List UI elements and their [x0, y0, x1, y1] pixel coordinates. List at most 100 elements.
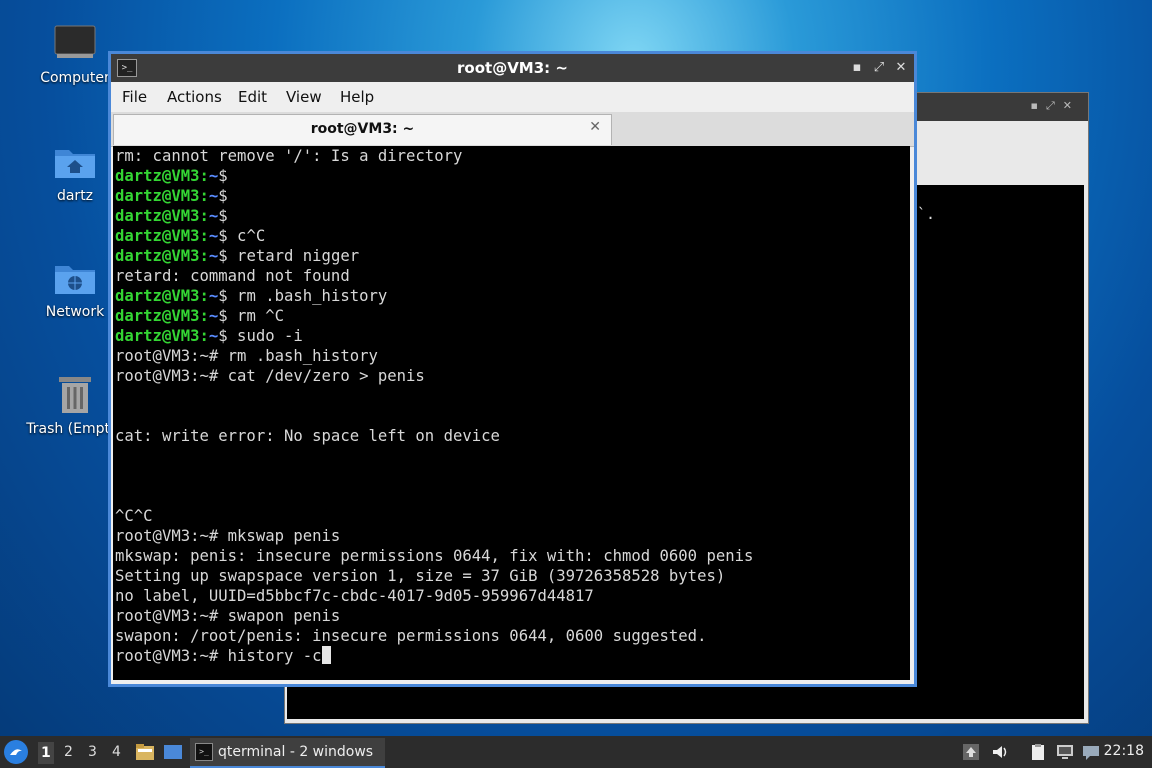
- command-text: $ rm .bash_history: [218, 287, 388, 305]
- terminal-line: dartz@VM3:~$ c^C: [115, 226, 265, 246]
- terminal-line: root@VM3:~# swapon penis: [115, 606, 340, 626]
- prompt-colon: :: [199, 167, 209, 185]
- clock: 22:18: [1103, 743, 1144, 759]
- terminal-line: ^C^C: [115, 506, 153, 526]
- terminal-line: dartz@VM3:~$ rm ^C: [115, 306, 284, 326]
- volume-icon[interactable]: [991, 743, 1009, 761]
- prompt-user: dartz@VM3: [115, 327, 200, 345]
- output-text: cat: write error: No space left on devic…: [115, 427, 500, 445]
- menu-file[interactable]: File: [122, 88, 147, 106]
- tab-close-icon[interactable]: ✕: [589, 119, 601, 135]
- workspace-1[interactable]: 1: [38, 742, 54, 764]
- terminal-line: root@VM3:~# mkswap penis: [115, 526, 340, 546]
- prompt-colon: :: [199, 207, 209, 225]
- prompt-path: ~: [208, 227, 219, 245]
- background-window-buttons[interactable]: ▪⤢✕: [1031, 99, 1080, 113]
- prompt-user: dartz@VM3: [115, 307, 200, 325]
- terminal-line: cat: write error: No space left on devic…: [115, 426, 500, 446]
- prompt-colon: :: [199, 247, 209, 265]
- home-folder-icon: [53, 140, 97, 184]
- show-desktop-icon[interactable]: [163, 742, 183, 762]
- prompt-colon: :: [199, 287, 209, 305]
- output-text: root@VM3:~# cat /dev/zero > penis: [115, 367, 425, 385]
- terminal-task-icon: >_: [195, 743, 213, 761]
- output-text: root@VM3:~# rm .bash_history: [115, 347, 378, 365]
- network-folder-icon: [53, 256, 97, 300]
- prompt-path: ~: [208, 187, 219, 205]
- terminal-line: root@VM3:~# rm .bash_history: [115, 346, 378, 366]
- output-text: ^C^C: [115, 507, 153, 525]
- prompt-colon: :: [199, 307, 209, 325]
- prompt-path: ~: [208, 307, 219, 325]
- task-label: qterminal - 2 windows: [218, 744, 374, 760]
- background-terminal-text: `.: [917, 205, 936, 223]
- output-text: no label, UUID=d5bbcf7c-cbdc-4017-9d05-9…: [115, 587, 594, 605]
- menu-bar: File Actions Edit View Help: [111, 82, 914, 112]
- output-text: mkswap: penis: insecure permissions 0644…: [115, 547, 754, 565]
- workspace-2[interactable]: 2: [64, 744, 73, 760]
- terminal-line: dartz@VM3:~$ rm .bash_history: [115, 286, 387, 306]
- prompt-user: dartz@VM3: [115, 247, 200, 265]
- taskbar-qterminal-button[interactable]: >_ qterminal - 2 windows: [190, 738, 385, 768]
- output-text: root@VM3:~# history -c: [115, 647, 322, 665]
- command-text: $ c^C: [218, 227, 266, 245]
- menu-help[interactable]: Help: [340, 88, 374, 106]
- trash-icon: [53, 373, 97, 417]
- terminal-output[interactable]: rm: cannot remove '/': Is a directory dar…: [113, 146, 910, 680]
- terminal-line: mkswap: penis: insecure permissions 0644…: [115, 546, 753, 566]
- prompt-user: dartz@VM3: [115, 287, 200, 305]
- terminal-line: dartz@VM3:~$: [115, 166, 228, 186]
- menu-edit[interactable]: Edit: [238, 88, 267, 106]
- tab-bar: root@VM3: ~ ✕: [111, 112, 914, 147]
- output-text: rm: cannot remove '/': Is a directory: [115, 147, 463, 165]
- output-text: root@VM3:~# mkswap penis: [115, 527, 341, 545]
- output-text: swapon: /root/penis: insecure permission…: [115, 627, 707, 645]
- prompt-colon: :: [199, 187, 209, 205]
- prompt-user: dartz@VM3: [115, 167, 200, 185]
- terminal-line: dartz@VM3:~$ retard nigger: [115, 246, 359, 266]
- window-titlebar[interactable]: >_ root@VM3: ~ ▪ ⤢ ✕: [111, 54, 914, 82]
- menu-actions[interactable]: Actions: [167, 88, 222, 106]
- terminal-line: root@VM3:~# cat /dev/zero > penis: [115, 366, 425, 386]
- output-text: root@VM3:~# swapon penis: [115, 607, 341, 625]
- prompt-path: ~: [208, 287, 219, 305]
- terminal-line: dartz@VM3:~$: [115, 206, 228, 226]
- prompt-path: ~: [208, 207, 219, 225]
- start-menu-icon[interactable]: [4, 740, 28, 764]
- maximize-button[interactable]: ⤢: [870, 58, 888, 78]
- terminal-line: root@VM3:~# history -c: [115, 646, 331, 666]
- update-notifier-icon[interactable]: [962, 743, 980, 761]
- menu-view[interactable]: View: [286, 88, 322, 106]
- prompt-colon: :: [199, 327, 209, 345]
- command-text: $ retard nigger: [218, 247, 360, 265]
- tab-terminal[interactable]: root@VM3: ~ ✕: [113, 114, 612, 145]
- close-button[interactable]: ✕: [892, 58, 910, 78]
- network-status-icon[interactable]: [1056, 743, 1074, 761]
- command-text: $: [218, 167, 228, 185]
- command-text: $: [218, 207, 228, 225]
- prompt-path: ~: [208, 327, 219, 345]
- file-manager-quicklaunch-icon[interactable]: [135, 742, 155, 762]
- workspace-4[interactable]: 4: [112, 744, 121, 760]
- command-text: $ rm ^C: [218, 307, 284, 325]
- taskbar: 1 2 3 4 >_ qterminal - 2 windows 22:18: [0, 736, 1152, 768]
- qterminal-window[interactable]: >_ root@VM3: ~ ▪ ⤢ ✕ File Actions Edit V…: [110, 53, 915, 685]
- chat-notification-icon[interactable]: [1082, 743, 1100, 761]
- prompt-colon: :: [199, 227, 209, 245]
- tab-title: root@VM3: ~: [310, 121, 415, 137]
- terminal-line: dartz@VM3:~$ sudo -i: [115, 326, 303, 346]
- prompt-path: ~: [208, 167, 219, 185]
- terminal-line: Setting up swapspace version 1, size = 3…: [115, 566, 725, 586]
- minimize-button[interactable]: ▪: [848, 58, 866, 78]
- terminal-line: no label, UUID=d5bbcf7c-cbdc-4017-9d05-9…: [115, 586, 594, 606]
- prompt-user: dartz@VM3: [115, 227, 200, 245]
- terminal-line: dartz@VM3:~$: [115, 186, 228, 206]
- output-text: Setting up swapspace version 1, size = 3…: [115, 567, 726, 585]
- workspace-3[interactable]: 3: [88, 744, 97, 760]
- terminal-line: swapon: /root/penis: insecure permission…: [115, 626, 706, 646]
- command-text: $ sudo -i: [218, 327, 303, 345]
- command-text: $: [218, 187, 228, 205]
- terminal-line: rm: cannot remove '/': Is a directory: [115, 146, 462, 166]
- clipboard-icon[interactable]: [1029, 743, 1047, 761]
- terminal-line: retard: command not found: [115, 266, 350, 286]
